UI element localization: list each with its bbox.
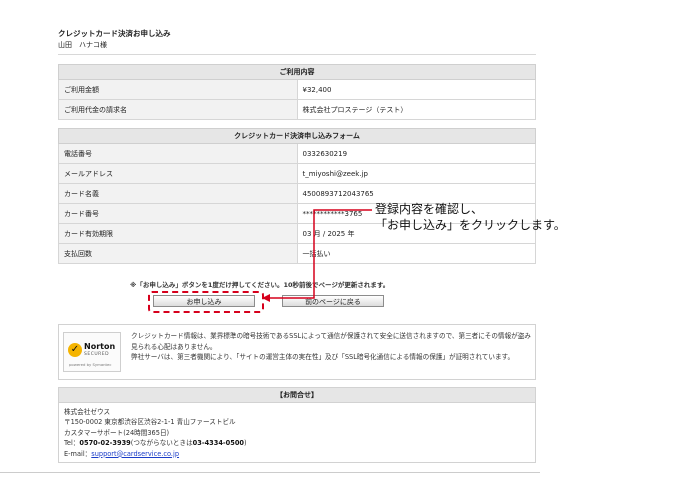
tel-line: Tel：0570-02-3939(つながらないときは03-4334-0500) [64,438,535,448]
inquiry-box: 【お問合せ】 株式会社ゼウス 〒150-0002 東京都渋谷区渋谷2-1-1 青… [58,387,536,463]
support-email-link[interactable]: support@cardservice.co.jp [91,450,179,458]
email-prefix: E-mail： [64,449,92,458]
company-name: 株式会社ゼウス [64,408,111,416]
tel-main: 0570-02-3939 [79,439,131,448]
norton-wordmark: Norton [84,342,116,351]
norton-secured-label: SECURED [84,352,110,357]
callout-line-2: 「お申し込み」をクリックします。 [375,218,566,232]
email-line: E-mail：support@cardservice.co.jp [64,449,535,459]
company-address: 〒150-0002 東京都渋谷区渋谷2-1-1 青山ファーストビル [64,418,236,427]
inquiry-body: 株式会社ゼウス 〒150-0002 東京都渋谷区渋谷2-1-1 青山ファーストビ… [59,403,535,459]
tel-label: Tel： [64,439,80,448]
security-text-2: 弊社サーバは、第三者機関により、「サイトの運営主体の実在性」及び「SSL暗号化通… [131,353,515,362]
footer-divider [0,472,540,473]
norton-secured-logo: ✓ Norton SECURED powered by Symantec [63,332,121,372]
security-notice: ✓ Norton SECURED powered by Symantec クレジ… [58,324,536,380]
callout-line-1: 登録内容を確認し、 [375,202,484,216]
security-text-1: クレジットカード情報は、業界標準の暗号技術であるSSLによって通信が保護されて安… [131,332,531,351]
support-hours: カスタマーサポート(24時間365日) [64,428,170,437]
inquiry-caption: 【お問合せ】 [59,388,535,403]
tel-alt: 03-4334-0500 [192,439,245,448]
tel-note: (つながらないときは [130,439,193,448]
instruction-callout: 登録内容を確認し、 「お申し込み」をクリックします。 [375,201,566,233]
security-text: クレジットカード情報は、業界標準の暗号技術であるSSLによって通信が保護されて安… [131,331,531,363]
norton-powered-by: powered by Symantec [69,362,112,367]
check-icon: ✓ [68,343,82,357]
tel-close: ) [244,439,247,448]
